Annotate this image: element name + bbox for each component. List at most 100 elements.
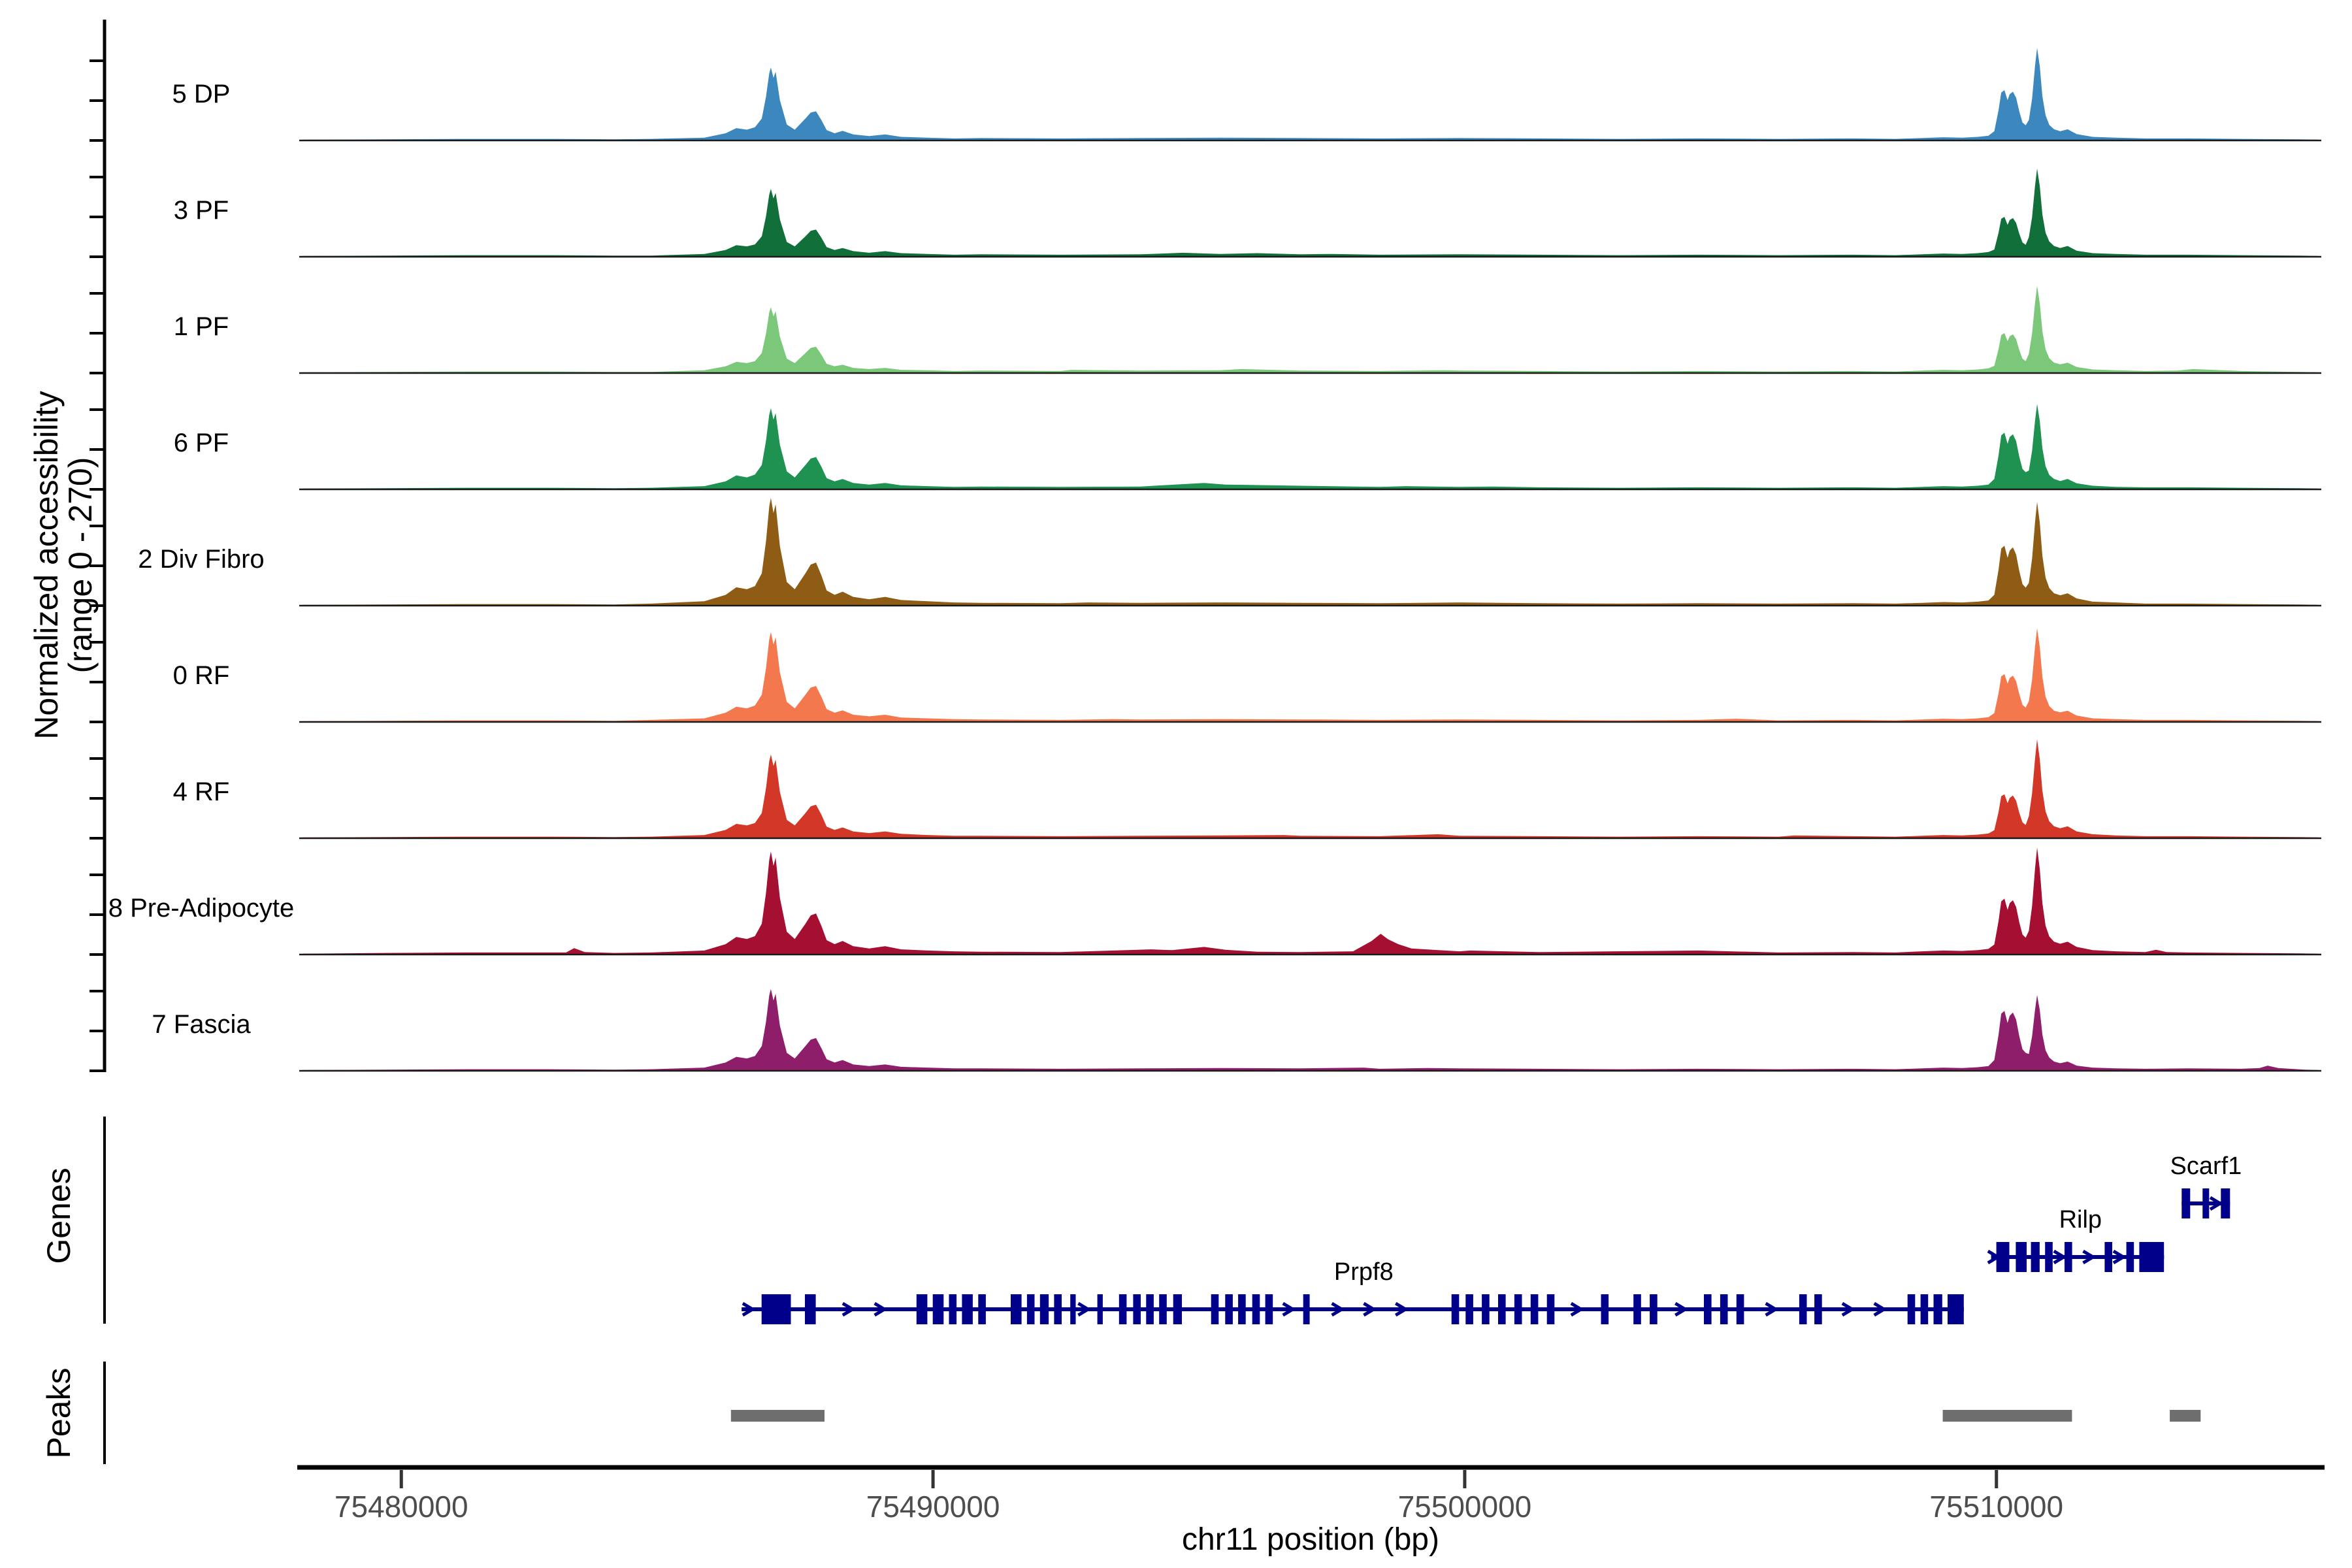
gene-exon — [1225, 1294, 1233, 1324]
gene-exon — [1601, 1294, 1609, 1324]
gene-model-rilp: Rilp — [1988, 1206, 2164, 1272]
gene-label: Prpf8 — [1334, 1258, 1394, 1286]
gene-exon — [1737, 1294, 1744, 1324]
gene-exon — [2104, 1242, 2112, 1272]
track-label: 0 RF — [173, 661, 230, 690]
gene-exon — [962, 1294, 973, 1324]
gene-exon — [1498, 1294, 1506, 1324]
track-label: 7 Fascia — [152, 1010, 251, 1039]
y-axis-label-line2: (range 0 - 270) — [62, 457, 99, 674]
track-row-8-pre-adipocyte: 8 Pre-Adipocyte — [108, 847, 2321, 955]
gene-exon — [1633, 1294, 1641, 1324]
peak-region-bar — [731, 1410, 825, 1422]
x-axis-layer: 75480000 75490000 75500000 75510000 — [297, 1467, 2325, 1524]
figure-canvas: 5 DP 3 PF 1 PF 6 PF 2 Div Fibro 0 RF 4 RF 8 Pre… — [0, 0, 2352, 1568]
track-row-0-rf: 0 RF — [173, 628, 2321, 722]
y-axis-layer — [90, 20, 105, 1464]
gene-exon — [1547, 1294, 1555, 1324]
track-row-2-div-fibro: 2 Div Fibro — [138, 498, 2321, 606]
peak-region-bar — [2170, 1410, 2200, 1422]
gene-exon — [1465, 1294, 1473, 1324]
gene-exon — [978, 1294, 986, 1324]
gene-exon — [1011, 1294, 1022, 1324]
gene-exon — [1482, 1294, 1490, 1324]
x-axis-tick-label: 75480000 — [335, 1490, 468, 1524]
genes-section-label: Genes — [41, 1168, 77, 1264]
gene-exon — [2221, 1188, 2230, 1218]
gene-exon — [2065, 1242, 2072, 1272]
gene-exon — [762, 1294, 791, 1324]
gene-exon — [805, 1294, 816, 1324]
track-row-1-pf: 1 PF — [174, 286, 2321, 373]
x-axis-tick-label: 75510000 — [1929, 1490, 2063, 1524]
track-signal-area — [299, 739, 2321, 838]
gene-model-scarf1: Scarf1 — [2170, 1152, 2242, 1218]
gene-exon — [1133, 1294, 1141, 1324]
gene-exon — [1799, 1294, 1807, 1324]
track-signal-area — [299, 628, 2321, 722]
track-row-5-dp: 5 DP — [172, 48, 2321, 140]
gene-exon — [1027, 1294, 1035, 1324]
gene-exon — [917, 1294, 928, 1324]
gene-exon — [2181, 1188, 2190, 1218]
track-label: 5 DP — [172, 80, 231, 108]
gene-exon — [2045, 1242, 2053, 1272]
x-axis-tick-label: 75500000 — [1398, 1490, 1532, 1524]
track-signal-area — [299, 169, 2321, 257]
gene-exon — [933, 1294, 944, 1324]
track-row-6-pf: 6 PF — [174, 404, 2321, 489]
track-label: 2 Div Fibro — [138, 545, 264, 574]
track-label: 3 PF — [174, 196, 229, 225]
gene-exon — [1908, 1294, 1916, 1324]
gene-exon — [1720, 1294, 1728, 1324]
gene-exon — [2202, 1188, 2209, 1218]
gene-exon — [1040, 1294, 1049, 1324]
y-axis-label-line1: Normalized accessibility — [28, 391, 65, 740]
gene-exon — [1303, 1294, 1310, 1324]
track-label: 4 RF — [173, 777, 230, 806]
gene-exon — [1514, 1294, 1522, 1324]
gene-exon — [1070, 1294, 1075, 1324]
gene-label: Scarf1 — [2170, 1152, 2242, 1180]
track-signal-area — [299, 48, 2321, 140]
track-label: 8 Pre-Adipocyte — [108, 894, 295, 923]
track-label: 1 PF — [174, 312, 229, 341]
gene-model-prpf8: Prpf8 — [742, 1258, 1964, 1324]
gene-exon — [1814, 1294, 1822, 1324]
gene-exon — [1650, 1294, 1658, 1324]
accessibility-genome-browser-figure: 5 DP 3 PF 1 PF 6 PF 2 Div Fibro 0 RF 4 RF 8 Pre… — [0, 0, 2352, 1568]
gene-exon — [1921, 1294, 1929, 1324]
track-row-4-rf: 4 RF — [173, 739, 2321, 838]
gene-exon — [1098, 1294, 1103, 1324]
gene-exon — [1266, 1294, 1273, 1324]
genes-layer: Scarf1 Rilp Prpf8 — [742, 1152, 2242, 1324]
gene-exon — [2139, 1242, 2164, 1272]
gene-exon — [1054, 1294, 1062, 1324]
gene-exon — [1146, 1294, 1154, 1324]
track-label: 6 PF — [174, 429, 229, 457]
gene-exon — [1159, 1294, 1167, 1324]
peaks-section-label: Peaks — [41, 1368, 77, 1459]
track-row-3-pf: 3 PF — [174, 169, 2321, 257]
gene-exon — [1252, 1294, 1260, 1324]
peaks-layer — [731, 1410, 2201, 1422]
gene-exon — [1452, 1294, 1460, 1324]
track-signal-area — [299, 847, 2321, 955]
gene-exon — [949, 1294, 957, 1324]
gene-exon — [2016, 1242, 2027, 1272]
x-axis-tick-label: 75490000 — [866, 1490, 1000, 1524]
gene-exon — [2031, 1242, 2040, 1272]
gene-exon — [1934, 1294, 1942, 1324]
gene-exon — [2127, 1242, 2134, 1272]
peak-region-bar — [1943, 1410, 2072, 1422]
gene-exon — [1238, 1294, 1246, 1324]
gene-label: Rilp — [2059, 1206, 2102, 1233]
gene-exon — [1531, 1294, 1539, 1324]
track-signal-area — [299, 498, 2321, 606]
track-signal-area — [299, 404, 2321, 489]
tracks-layer: 5 DP 3 PF 1 PF 6 PF 2 Div Fibro 0 RF 4 RF 8 Pre… — [108, 48, 2321, 1071]
track-signal-area — [299, 286, 2321, 373]
track-row-7-fascia: 7 Fascia — [152, 989, 2321, 1071]
gene-exon — [1948, 1294, 1964, 1324]
gene-exon — [1704, 1294, 1712, 1324]
